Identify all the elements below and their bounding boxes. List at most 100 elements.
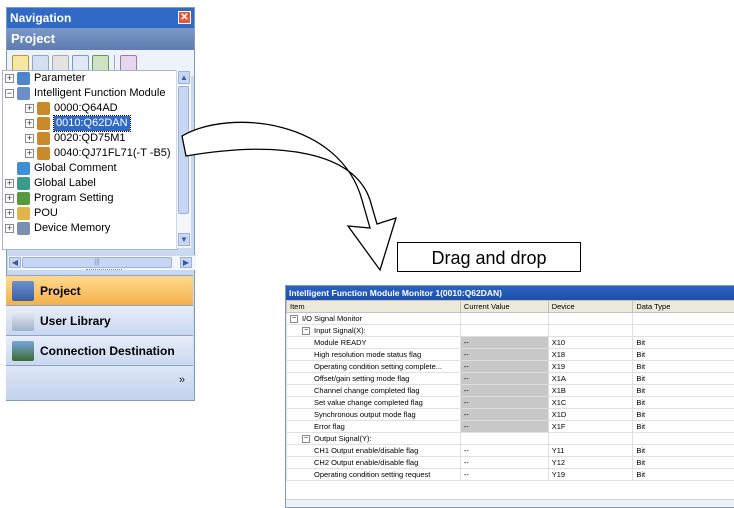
cell-item: −Output Signal(Y): [287,433,461,445]
item-label: CH2 Output enable/disable flag [314,458,418,467]
collapse-icon[interactable]: − [302,327,310,335]
cell-current-value: -- [460,349,548,361]
cell-device: X1C [548,397,633,409]
cell-data-type: Bit [633,361,734,373]
cell-current-value: -- [460,445,548,457]
cell-item: Set value change completed flag [287,397,461,409]
cell-current-value [460,325,548,337]
cell-item: Error flag [287,421,461,433]
item-label: Module READY [314,338,367,347]
cell-data-type: Bit [633,445,734,457]
cell-item: CH2 Output enable/disable flag [287,457,461,469]
cell-device: X1A [548,373,633,385]
cell-current-value: -- [460,457,548,469]
cell-data-type: Bit [633,373,734,385]
cell-data-type [633,433,734,445]
cell-item: Module READY [287,337,461,349]
cell-device [548,325,633,337]
cell-current-value: -- [460,397,548,409]
table-row[interactable]: Operating condition setting complete...-… [287,361,734,373]
cell-item: −I/O Signal Monitor [287,313,461,325]
cell-current-value [460,433,548,445]
cell-device: Y12 [548,457,633,469]
column-header-data-type[interactable]: Data Type [633,301,734,313]
cell-data-type [633,313,734,325]
cell-data-type: Bit [633,421,734,433]
cell-device: X1F [548,421,633,433]
cell-item: Offset/gain setting mode flag [287,373,461,385]
column-header-item[interactable]: Item [287,301,461,313]
cell-data-type [633,325,734,337]
pane-user-library-button[interactable]: User Library [6,305,193,335]
cell-data-type: Bit [633,337,734,349]
cell-current-value: -- [460,409,548,421]
column-header-current-value[interactable]: Current Value [460,301,548,313]
cell-item: −Input Signal(X): [287,325,461,337]
cell-device: X1D [548,409,633,421]
cell-data-type: Bit [633,469,734,481]
cell-data-type: Bit [633,409,734,421]
cell-item: Channel change completed flag [287,385,461,397]
cell-current-value: -- [460,385,548,397]
monitor-title: Intelligent Function Module Monitor 1(00… [286,286,734,300]
table-row[interactable]: CH2 Output enable/disable flag --Y12Bit [287,457,734,469]
item-label: I/O Signal Monitor [302,314,362,323]
cell-data-type: Bit [633,457,734,469]
table-row[interactable]: −Output Signal(Y): [287,433,734,445]
project-icon [12,281,34,301]
chevron-more-icon[interactable]: » [179,374,185,386]
item-label: Channel change completed flag [314,386,420,395]
table-row[interactable]: Module READY --X10Bit [287,337,734,349]
table-row[interactable]: −Input Signal(X): [287,325,734,337]
connection-icon [12,341,34,361]
cell-data-type: Bit [633,397,734,409]
pane-project-button[interactable]: Project [6,275,193,305]
item-label: Output Signal(Y): [314,434,372,443]
collapse-icon[interactable]: − [302,435,310,443]
cell-device: X10 [548,337,633,349]
item-label: Synchronous output mode flag [314,410,416,419]
cell-device: Y11 [548,445,633,457]
item-label: Operating condition setting complete... [314,362,442,371]
drag-arrow [170,100,410,280]
column-header-device[interactable]: Device [548,301,633,313]
cell-device: Y19 [548,469,633,481]
cell-item: CH1 Output enable/disable flag [287,445,461,457]
table-row[interactable]: Error flag --X1FBit [287,421,734,433]
cell-device [548,313,633,325]
pane-overflow-bar: » [6,365,193,400]
cell-device: X18 [548,349,633,361]
table-header-row: Item Current Value Device Data Type [287,301,734,313]
item-label: CH1 Output enable/disable flag [314,446,418,455]
table-row[interactable]: Operating condition setting request --Y19… [287,469,734,481]
item-label: Offset/gain setting mode flag [314,374,409,383]
table-row[interactable]: Channel change completed flag--X1BBit [287,385,734,397]
cell-current-value: -- [460,469,548,481]
cell-device: X19 [548,361,633,373]
cell-item: Operating condition setting request [287,469,461,481]
table-row[interactable]: CH1 Output enable/disable flag --Y11Bit [287,445,734,457]
cell-data-type: Bit [633,385,734,397]
table-row[interactable]: −I/O Signal Monitor [287,313,734,325]
cell-item: Synchronous output mode flag [287,409,461,421]
cell-current-value: -- [460,421,548,433]
collapse-icon[interactable]: − [290,315,298,323]
monitor-horizontal-scrollbar[interactable] [286,499,734,508]
table-row[interactable]: Offset/gain setting mode flag --X1ABit [287,373,734,385]
item-label: Operating condition setting request [314,470,430,479]
table-row[interactable]: Synchronous output mode flag --X1DBit [287,409,734,421]
user-library-icon [12,311,34,331]
item-label: High resolution mode status flag [314,350,421,359]
cell-current-value: -- [460,373,548,385]
module-monitor-window: Intelligent Function Module Monitor 1(00… [285,285,734,508]
table-row[interactable]: Set value change completed flag--X1CBit [287,397,734,409]
table-row[interactable]: High resolution mode status flag--X18Bit [287,349,734,361]
monitor-table: Item Current Value Device Data Type −I/O… [286,300,734,481]
item-label: Error flag [314,422,345,431]
pane-area: Project User Library Connection Destinat… [6,7,195,401]
cell-device [548,433,633,445]
cell-item: High resolution mode status flag [287,349,461,361]
cell-current-value: -- [460,337,548,349]
pane-connection-destination-button[interactable]: Connection Destination [6,335,193,365]
item-label: Input Signal(X): [314,326,366,335]
